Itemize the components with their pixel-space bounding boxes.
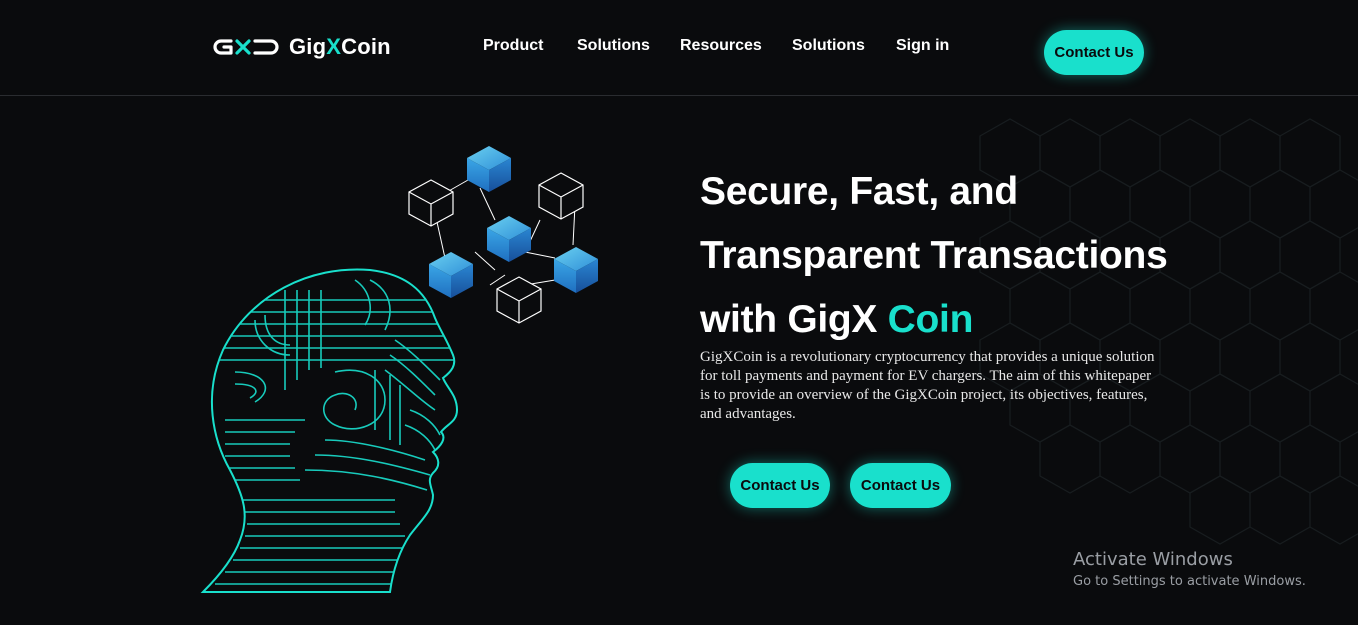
nav-item-solutions[interactable]: Solutions [577, 37, 650, 55]
watermark-subtitle: Go to Settings to activate Windows. [1073, 574, 1306, 589]
hero-title-accent: Coin [887, 298, 974, 341]
hero-title: Secure, Fast, and Transparent Transactio… [700, 160, 1220, 352]
hero-contact-button-secondary[interactable]: Contact Us [850, 463, 951, 508]
watermark-title: Activate Windows [1073, 549, 1233, 570]
hero-title-line-3: with GigX Coin [700, 298, 974, 341]
nav-item-sign-in[interactable]: Sign in [896, 37, 949, 55]
hero-title-line-1: Secure, Fast, and [700, 170, 1018, 213]
brand-name: GigXCoin [289, 34, 391, 59]
landing-page: GigXCoin Product Solutions Resources Sol… [0, 0, 1358, 625]
nav-item-resources[interactable]: Resources [680, 37, 762, 55]
nav-item-product[interactable]: Product [483, 37, 543, 55]
hero-contact-button-primary[interactable]: Contact Us [730, 463, 830, 508]
header-contact-button[interactable]: Contact Us [1044, 30, 1144, 75]
hero-title-line-2: Transparent Transactions [700, 234, 1168, 277]
hero-description: GigXCoin is a revolutionary cryptocurren… [700, 349, 1155, 422]
brand-logo[interactable]: GigXCoin [213, 32, 391, 62]
blue-cubes [429, 146, 598, 298]
site-header: GigXCoin Product Solutions Resources Sol… [0, 0, 1358, 96]
ai-head-illustration [200, 146, 598, 593]
head-contour-lines [215, 279, 455, 585]
activate-windows-watermark: Activate Windows Go to Settings to activ… [1073, 548, 1306, 591]
nav-item-solutions-2[interactable]: Solutions [792, 37, 865, 55]
gxc-logo-icon [213, 39, 279, 55]
